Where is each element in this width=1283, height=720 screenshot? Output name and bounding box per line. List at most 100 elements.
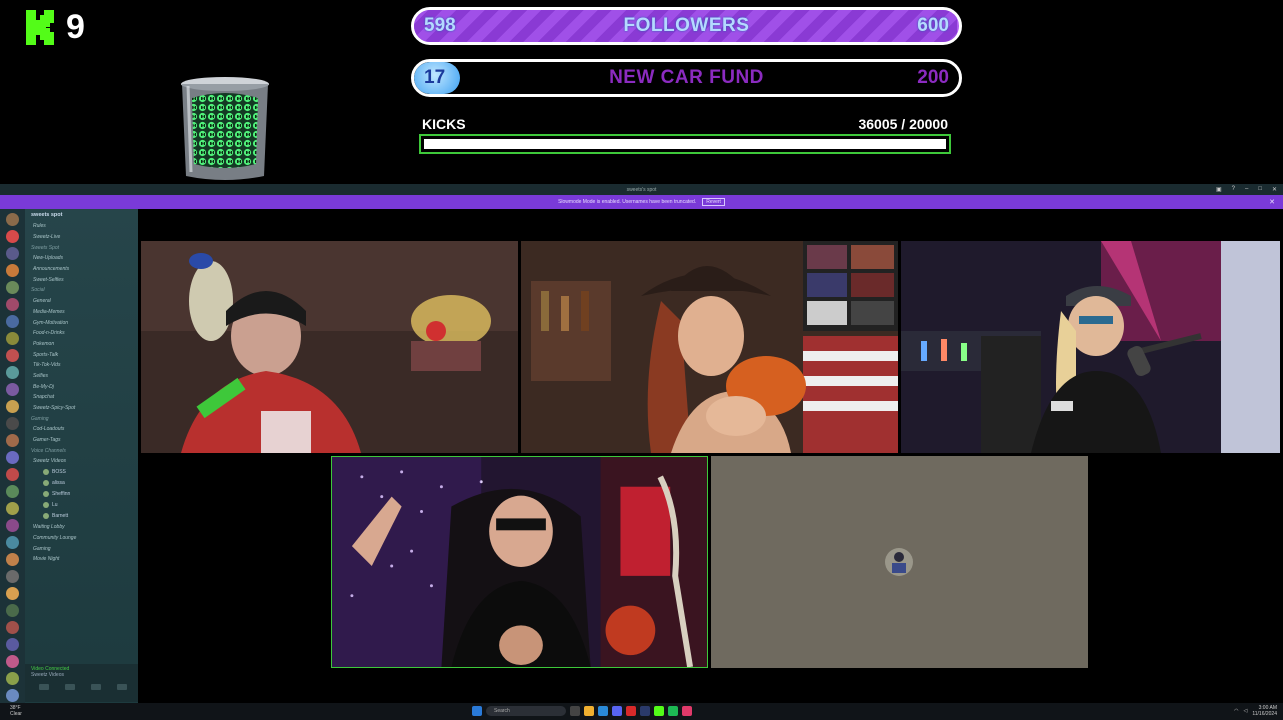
server-icon[interactable]: [6, 417, 19, 430]
video-tile-1[interactable]: [141, 241, 518, 453]
tiktok-icon[interactable]: [682, 706, 692, 716]
voice-channel-item[interactable]: Movie Night: [25, 554, 138, 565]
edge-icon[interactable]: [598, 706, 608, 716]
server-icon[interactable]: [6, 349, 19, 362]
server-icon[interactable]: [6, 621, 19, 634]
video-tile-3[interactable]: [901, 241, 1280, 453]
chrome-icon[interactable]: [626, 706, 636, 716]
channel-item[interactable]: General: [25, 296, 138, 307]
channel-item[interactable]: Gamer-Tags: [25, 435, 138, 446]
channel-category[interactable]: Gaming: [25, 413, 138, 424]
video-tile-2[interactable]: [521, 241, 898, 453]
channel-item[interactable]: Pokemon: [25, 339, 138, 350]
server-icon[interactable]: [6, 672, 19, 685]
channel-label: Food-n-Drinks: [33, 330, 65, 337]
file-explorer-icon[interactable]: [584, 706, 594, 716]
channel-item[interactable]: Snapchat: [25, 392, 138, 403]
channel-item[interactable]: Sweetz-Live: [25, 232, 138, 243]
activity-button[interactable]: [91, 684, 101, 690]
voice-user[interactable]: Sheffinn: [25, 489, 138, 500]
server-icon[interactable]: [6, 587, 19, 600]
wifi-icon[interactable]: ◠: [1234, 708, 1238, 714]
server-icon[interactable]: [6, 468, 19, 481]
server-icon[interactable]: [6, 383, 19, 396]
server-icon[interactable]: [6, 281, 19, 294]
server-icon[interactable]: [6, 553, 19, 566]
voice-user[interactable]: alissa: [25, 478, 138, 489]
voice-channel-item[interactable]: Waiting Lobby: [25, 522, 138, 533]
channel-item[interactable]: New-Uploads: [25, 253, 138, 264]
clock[interactable]: 3:00 AM 11/16/2024: [1252, 705, 1277, 717]
voice-channel-item[interactable]: Community Lounge: [25, 533, 138, 544]
server-icon[interactable]: [6, 434, 19, 447]
weather-widget[interactable]: 38°F Clear: [10, 705, 22, 717]
soundboard-button[interactable]: [117, 684, 127, 690]
close-icon[interactable]: ✕: [1272, 186, 1277, 193]
channel-item[interactable]: Media-Memes: [25, 307, 138, 318]
discord-icon[interactable]: [612, 706, 622, 716]
channel-item[interactable]: Rules: [25, 221, 138, 232]
server-name[interactable]: sweets spot: [25, 209, 138, 221]
channel-label: Announcements: [33, 266, 70, 273]
server-icon[interactable]: [6, 485, 19, 498]
steam-icon[interactable]: [640, 706, 650, 716]
server-icon[interactable]: [6, 451, 19, 464]
server-icon[interactable]: [6, 315, 19, 328]
voice-channel-item[interactable]: Gaming: [25, 543, 138, 554]
server-icon[interactable]: [6, 689, 19, 702]
spotify-icon[interactable]: [668, 706, 678, 716]
voice-user[interactable]: BOSS: [25, 467, 138, 478]
system-tray: ◠ ◁ 3:00 AM 11/16/2024: [1234, 705, 1277, 717]
channel-item[interactable]: Sweetz Videos: [25, 456, 138, 467]
voice-user[interactable]: Lu: [25, 500, 138, 511]
inbox-icon[interactable]: ▣: [1216, 186, 1222, 193]
avatar: [43, 502, 49, 509]
video-tile-5[interactable]: [711, 456, 1088, 668]
followers-goal-title: FOLLOWERS: [623, 15, 750, 36]
server-icon[interactable]: [6, 213, 19, 226]
server-icon[interactable]: [6, 502, 19, 515]
start-icon[interactable]: [472, 706, 482, 716]
task-view-icon[interactable]: [570, 706, 580, 716]
kick-app-icon[interactable]: [654, 706, 664, 716]
channel-item[interactable]: Gym-Motivation: [25, 317, 138, 328]
taskbar-search[interactable]: Search: [486, 706, 566, 716]
voice-user[interactable]: Barnett: [25, 511, 138, 522]
server-icon[interactable]: [6, 655, 19, 668]
server-icon[interactable]: [6, 638, 19, 651]
server-icon[interactable]: [6, 332, 19, 345]
help-icon[interactable]: ?: [1232, 186, 1235, 193]
channel-item[interactable]: Sweetz-Spicy-Spot: [25, 403, 138, 414]
banner-close-icon[interactable]: ✕: [1269, 198, 1275, 206]
server-icon[interactable]: [6, 400, 19, 413]
server-icon[interactable]: [6, 247, 19, 260]
channel-item[interactable]: Sweet-Selfies: [25, 274, 138, 285]
channel-item[interactable]: Selfies: [25, 371, 138, 382]
camera-button[interactable]: [39, 684, 49, 690]
server-icon[interactable]: [6, 519, 19, 532]
channel-item[interactable]: Food-n-Drinks: [25, 328, 138, 339]
channel-label: Rules: [33, 223, 46, 230]
volume-icon[interactable]: ◁: [1243, 708, 1247, 714]
channel-item[interactable]: Tik-Tok-Vids: [25, 360, 138, 371]
server-icon[interactable]: [6, 604, 19, 617]
channel-item[interactable]: Sports-Talk: [25, 349, 138, 360]
channel-item[interactable]: Cod-Loadouts: [25, 424, 138, 435]
revert-button[interactable]: Revert: [702, 198, 725, 206]
followers-goal-end: 600: [917, 15, 949, 36]
maximize-icon[interactable]: □: [1258, 186, 1262, 193]
server-icon[interactable]: [6, 570, 19, 583]
video-tile-4[interactable]: [331, 456, 708, 668]
server-icon[interactable]: [6, 298, 19, 311]
screenshare-button[interactable]: [65, 684, 75, 690]
channel-category[interactable]: Sweets Spot: [25, 242, 138, 253]
channel-item[interactable]: Announcements: [25, 264, 138, 275]
server-icon[interactable]: [6, 230, 19, 243]
channel-category[interactable]: Social: [25, 285, 138, 296]
server-icon[interactable]: [6, 264, 19, 277]
channel-item[interactable]: Be-My-Dj: [25, 381, 138, 392]
server-icon[interactable]: [6, 366, 19, 379]
channel-category[interactable]: Voice Channels: [25, 445, 138, 456]
server-icon[interactable]: [6, 536, 19, 549]
minimize-icon[interactable]: –: [1245, 186, 1248, 193]
